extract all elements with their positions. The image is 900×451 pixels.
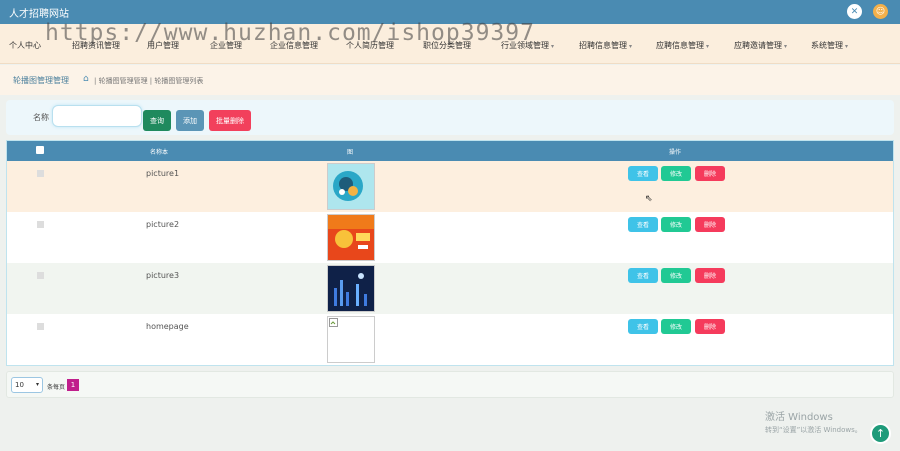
row-checkbox[interactable]	[37, 323, 44, 330]
page-size-select[interactable]: 10 ▾	[11, 377, 43, 393]
table-header: 名称本 图 操作	[7, 141, 893, 161]
app-title: 人才招聘网站	[9, 9, 69, 20]
column-header-actions: 操作	[669, 149, 682, 156]
nav-item-personal-center[interactable]: 个人中心	[9, 40, 43, 51]
select-all-checkbox[interactable]	[36, 146, 44, 154]
edit-button[interactable]: 修改	[661, 268, 691, 283]
mouse-cursor-icon: ⇖	[645, 194, 653, 204]
view-button[interactable]: 查看	[628, 217, 658, 232]
edit-button[interactable]: 修改	[661, 217, 691, 232]
nav-item-system[interactable]: 系统管理 ▾	[811, 40, 848, 51]
row-checkbox[interactable]	[37, 272, 44, 279]
per-page-label: 条每页	[47, 384, 66, 391]
table-row: picture3 查看 修改 删除	[7, 263, 893, 314]
search-panel: 名称 查询 添加 批量删除	[6, 100, 894, 135]
row-checkbox[interactable]	[37, 221, 44, 228]
row-name: picture2	[146, 220, 180, 229]
delete-button[interactable]: 删除	[695, 166, 725, 181]
page-button-current[interactable]: 1	[67, 379, 79, 391]
carousel-image-thumbnail	[327, 265, 375, 312]
row-name: homepage	[146, 322, 189, 331]
chevron-down-icon: ▾	[35, 381, 39, 388]
view-button[interactable]: 查看	[628, 166, 658, 181]
activation-subtitle: 转到“设置”以激活 Windows。	[765, 426, 862, 434]
column-header-name: 名称本	[150, 149, 169, 156]
windows-activation-notice: 激活 Windows 转到“设置”以激活 Windows。	[765, 408, 862, 435]
view-button[interactable]: 查看	[628, 319, 658, 334]
view-button[interactable]: 查看	[628, 268, 658, 283]
table-row: homepage 查看 修改 删除	[7, 314, 893, 365]
row-checkbox[interactable]	[37, 170, 44, 177]
nav-item-recruitment[interactable]: 招聘信息管理 ▾	[579, 40, 632, 51]
name-search-input[interactable]	[52, 105, 142, 127]
table-row: picture1 查看 修改 删除	[7, 161, 893, 212]
table-row: picture2 查看 修改 删除	[7, 212, 893, 263]
edit-button[interactable]: 修改	[661, 166, 691, 181]
user-avatar-icon[interactable]: ☺	[873, 4, 888, 19]
nav-item-invitations[interactable]: 应聘邀请管理 ▾	[734, 40, 787, 51]
carousel-image-thumbnail	[327, 214, 375, 261]
pagination: 10 ▾ 条每页 1	[6, 371, 894, 398]
broken-image-icon	[327, 316, 375, 363]
breadcrumb: 轮播图管理管理 ⌂ | 轮播图管理管理 | 轮播图管理列表	[0, 65, 900, 95]
batch-delete-button[interactable]: 批量删除	[209, 110, 251, 131]
crossed-tools-icon[interactable]: ✕	[847, 4, 862, 19]
edit-button[interactable]: 修改	[661, 319, 691, 334]
watermark-text: https://www.huzhan.com/ishop39397	[45, 20, 535, 46]
add-button[interactable]: 添加	[176, 110, 204, 131]
breadcrumb-path: | 轮播图管理管理 | 轮播图管理列表	[94, 77, 204, 85]
name-label: 名称	[33, 113, 49, 122]
delete-button[interactable]: 删除	[695, 319, 725, 334]
page-title: 轮播图管理管理	[13, 76, 69, 85]
carousel-table: 名称本 图 操作 picture1 查看 修改 删除 picture2 查看 修…	[6, 140, 894, 366]
delete-button[interactable]: 删除	[695, 217, 725, 232]
delete-button[interactable]: 删除	[695, 268, 725, 283]
carousel-image-thumbnail	[327, 163, 375, 210]
search-button[interactable]: 查询	[143, 110, 171, 131]
arrow-up-circle-icon[interactable]: ↑	[870, 423, 891, 444]
row-name: picture1	[146, 169, 180, 178]
nav-item-applications[interactable]: 应聘信息管理 ▾	[656, 40, 709, 51]
home-icon[interactable]: ⌂	[83, 74, 89, 84]
activation-title: 激活 Windows	[765, 412, 833, 423]
row-name: picture3	[146, 271, 180, 280]
column-header-image: 图	[347, 149, 354, 156]
